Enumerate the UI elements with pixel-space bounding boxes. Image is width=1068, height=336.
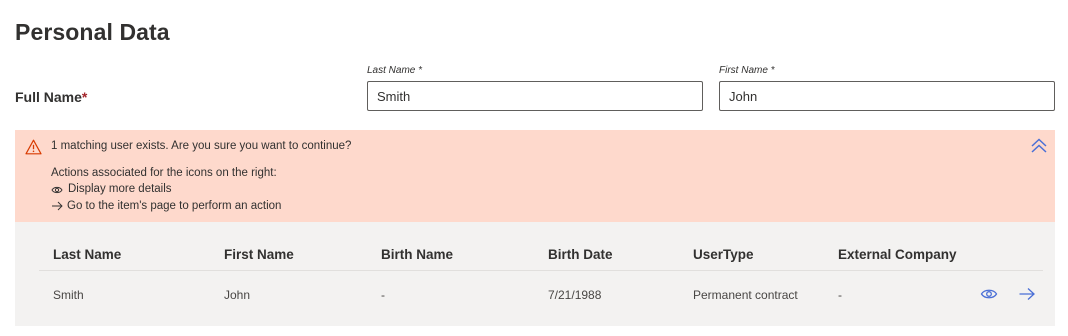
required-marker: *: [81, 89, 88, 105]
first-name-input[interactable]: [719, 81, 1055, 111]
column-header-last-name: Last Name: [53, 247, 122, 262]
arrow-action-text: Go to the item's page to perform an acti…: [67, 200, 282, 212]
cell-external-company: -: [838, 288, 842, 302]
last-name-label: Last Name *: [367, 65, 423, 76]
page-title: Personal Data: [15, 19, 170, 45]
cell-first-name: John: [224, 288, 251, 302]
column-header-birth-name: Birth Name: [381, 247, 454, 262]
matching-users-table: Last Name First Name Birth Name Birth Da…: [15, 222, 1055, 326]
view-details-eye-icon[interactable]: [980, 286, 998, 302]
first-name-label: First Name *: [719, 65, 775, 76]
warning-triangle-icon: [25, 139, 42, 155]
warning-actions-intro: Actions associated for the icons on the …: [51, 167, 277, 179]
duplicate-warning-banner: 1 matching user exists. Are you sure you…: [15, 130, 1055, 222]
collapse-chevron-icon[interactable]: [1029, 136, 1049, 156]
eye-action-text: Display more details: [68, 183, 172, 195]
header-divider: [39, 270, 1043, 271]
warning-message: 1 matching user exists. Are you sure you…: [51, 140, 352, 152]
full-name-label-text: Full Name: [15, 89, 82, 105]
go-to-item-arrow-icon[interactable]: [1018, 286, 1036, 302]
cell-last-name: Smith: [53, 288, 84, 302]
column-header-external-company: External Company: [838, 247, 957, 262]
arrow-right-icon: [52, 201, 63, 211]
cell-user-type: Permanent contract: [693, 288, 798, 302]
last-name-input[interactable]: [367, 81, 703, 111]
eye-icon: [51, 186, 63, 194]
full-name-label: Full Name*: [15, 89, 87, 105]
cell-birth-date: 7/21/1988: [548, 288, 602, 302]
column-header-birth-date: Birth Date: [548, 247, 613, 262]
column-header-user-type: UserType: [693, 247, 754, 262]
column-header-first-name: First Name: [224, 247, 294, 262]
cell-birth-name: -: [381, 288, 385, 302]
